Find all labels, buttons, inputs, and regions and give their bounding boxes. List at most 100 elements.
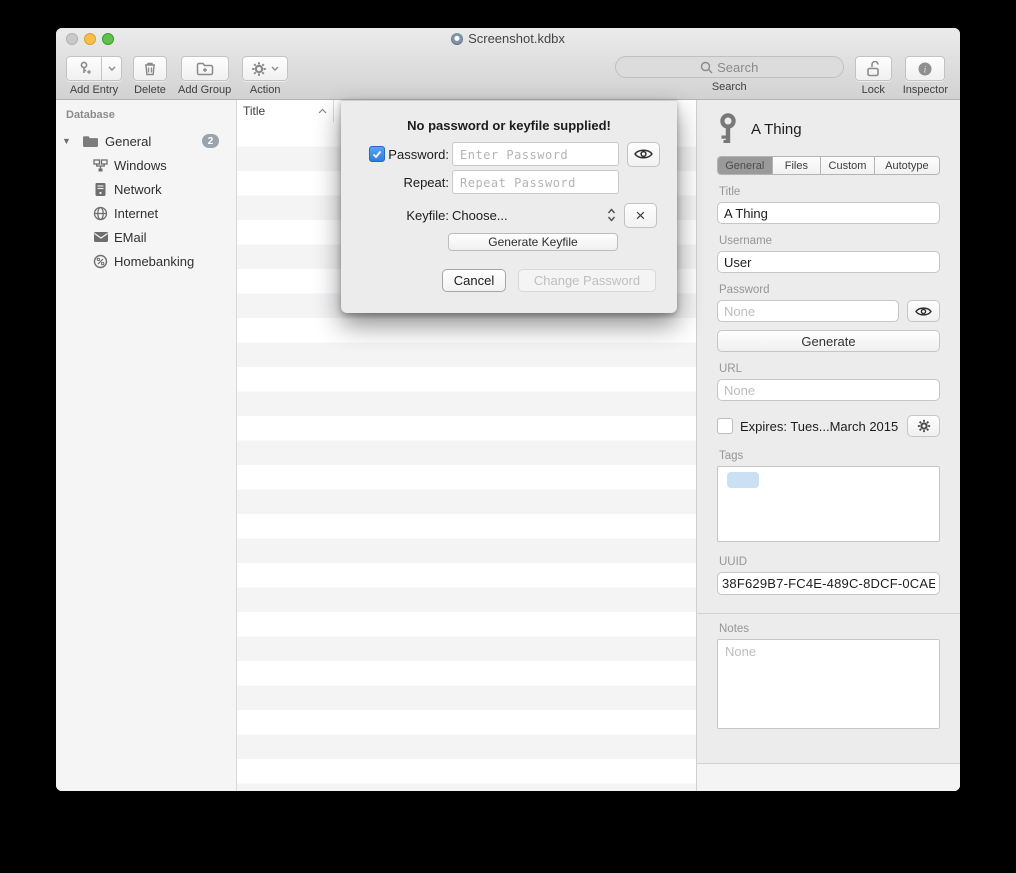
show-password-button[interactable] — [907, 300, 940, 322]
password-label: Password: — [388, 147, 449, 162]
globe-icon — [92, 205, 109, 222]
keyfile-label: Keyfile: — [406, 208, 449, 223]
add-group-button[interactable] — [181, 56, 229, 81]
sidebar: Database ▼ General 2 Windows Network — [56, 100, 237, 791]
tags-field[interactable] — [717, 466, 940, 542]
stepper-icon — [607, 208, 616, 222]
url-field-label: URL — [719, 363, 940, 375]
toolbar-delete: Delete — [133, 56, 167, 96]
lock-label: Lock — [862, 84, 885, 96]
sidebar-item-label: Windows — [114, 158, 167, 173]
window-chrome: Screenshot.kdbx Add Entry — [56, 28, 960, 100]
toolbar-inspector: i Inspector — [903, 56, 948, 96]
sidebar-item-label: Network — [114, 182, 162, 197]
inspector-label: Inspector — [903, 84, 948, 96]
password-sheet-dialog: No password or keyfile supplied! Passwor… — [341, 100, 677, 313]
window-title: Screenshot.kdbx — [56, 31, 960, 46]
tag-pill[interactable] — [727, 472, 759, 488]
toolbar-action: Action — [242, 56, 288, 96]
chevron-down-icon — [108, 66, 116, 71]
password-field[interactable] — [717, 300, 899, 322]
toolbar-add-group: Add Group — [178, 56, 231, 96]
trash-icon — [143, 61, 157, 76]
sidebar-item-label: General — [105, 134, 151, 149]
inspector-button[interactable]: i — [905, 56, 945, 81]
tab-custom[interactable]: Custom — [821, 157, 875, 174]
tab-autotype[interactable]: Autotype — [875, 157, 939, 174]
unlock-icon — [865, 61, 881, 77]
app-window: Screenshot.kdbx Add Entry — [56, 28, 960, 791]
toolbar-add-entry: Add Entry — [66, 56, 122, 96]
folder-plus-icon — [196, 62, 214, 76]
search-label: Search — [712, 81, 747, 93]
sidebar-item-email[interactable]: EMail — [56, 225, 236, 249]
uuid-field[interactable] — [717, 572, 940, 595]
show-password-button[interactable] — [627, 142, 660, 167]
add-entry-button[interactable] — [66, 56, 102, 81]
disclosure-triangle-icon[interactable]: ▼ — [62, 136, 74, 146]
generate-password-button[interactable]: Generate — [717, 330, 940, 352]
url-field[interactable] — [717, 379, 940, 401]
notes-field[interactable] — [717, 639, 940, 729]
sidebar-item-windows[interactable]: Windows — [56, 153, 236, 177]
delete-button[interactable] — [133, 56, 167, 81]
toolbar-search: Search Search — [615, 56, 844, 93]
clear-keyfile-button[interactable]: × — [624, 203, 657, 228]
dialog-title: No password or keyfile supplied! — [341, 118, 677, 133]
sidebar-item-internet[interactable]: Internet — [56, 201, 236, 225]
inspector-panel: A Thing General Files Custom Autotype Ti… — [696, 100, 960, 791]
document-icon — [451, 33, 463, 45]
keyfile-popup[interactable]: Choose... — [452, 208, 616, 223]
repeat-label: Repeat: — [403, 175, 449, 190]
windows-network-icon — [92, 157, 109, 174]
search-placeholder: Search — [717, 60, 758, 75]
search-icon — [700, 61, 717, 74]
inspector-footer — [697, 763, 960, 791]
checkmark-icon — [372, 150, 382, 159]
repeat-password-input[interactable] — [452, 170, 619, 194]
action-label: Action — [250, 84, 281, 96]
title-field-label: Title — [719, 186, 940, 198]
eye-icon — [634, 148, 653, 160]
sidebar-item-label: Internet — [114, 206, 158, 221]
key-icon — [717, 113, 739, 146]
expires-settings-button[interactable] — [907, 415, 940, 437]
percent-icon — [92, 253, 109, 270]
tab-general[interactable]: General — [718, 157, 773, 174]
toolbar-lock: Lock — [855, 56, 892, 96]
titlebar: Screenshot.kdbx — [56, 28, 960, 50]
password-field-label: Password — [719, 284, 940, 296]
enter-password-input[interactable] — [452, 142, 619, 166]
sidebar-item-general[interactable]: ▼ General 2 — [56, 129, 236, 153]
generate-keyfile-button[interactable]: Generate Keyfile — [448, 233, 618, 251]
password-checkbox[interactable] — [369, 146, 385, 162]
notes-label: Notes — [719, 623, 940, 635]
cancel-button[interactable]: Cancel — [442, 269, 506, 292]
delete-label: Delete — [134, 84, 166, 96]
add-entry-dropdown[interactable] — [102, 56, 122, 81]
search-input[interactable]: Search — [615, 56, 844, 78]
sidebar-item-homebanking[interactable]: Homebanking — [56, 249, 236, 273]
gear-icon — [251, 61, 267, 77]
username-field[interactable] — [717, 251, 940, 273]
add-group-label: Add Group — [178, 84, 231, 96]
column-header-title[interactable]: Title — [237, 100, 334, 122]
eye-icon — [915, 306, 932, 317]
sidebar-item-network[interactable]: Network — [56, 177, 236, 201]
folder-icon — [82, 133, 99, 150]
title-field[interactable] — [717, 202, 940, 224]
lock-button[interactable] — [855, 56, 892, 81]
action-button[interactable] — [242, 56, 288, 81]
close-icon: × — [636, 207, 646, 224]
uuid-label: UUID — [719, 556, 940, 568]
tab-files[interactable]: Files — [773, 157, 822, 174]
sidebar-item-label: EMail — [114, 230, 147, 245]
expires-checkbox[interactable] — [717, 418, 733, 434]
envelope-icon — [92, 229, 109, 246]
expires-label: Expires: Tues...March 2015 — [740, 419, 900, 434]
toolbar: Add Entry Delete Add Group — [56, 50, 960, 100]
sidebar-section-header: Database — [66, 109, 236, 121]
entry-title: A Thing — [751, 121, 802, 138]
change-password-button[interactable]: Change Password — [518, 269, 656, 292]
info-icon: i — [917, 61, 933, 77]
